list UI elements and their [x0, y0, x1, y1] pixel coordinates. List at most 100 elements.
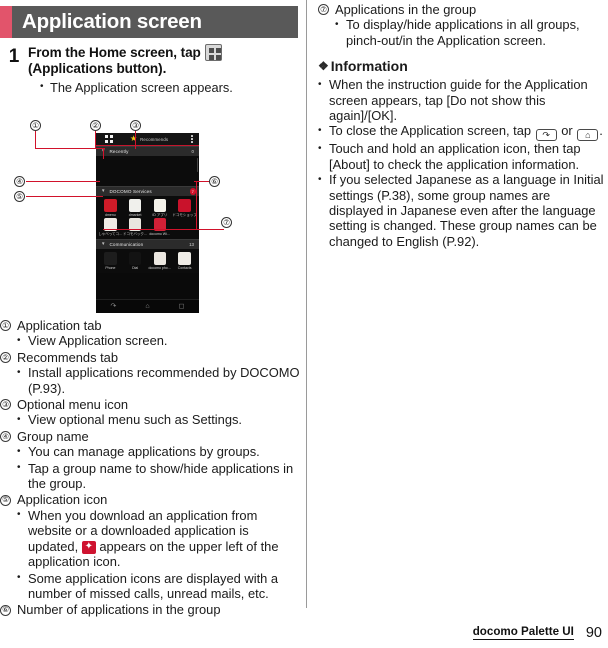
app-icon: [153, 252, 167, 265]
callout-1: ①: [30, 120, 41, 131]
app-label: docomo Wi…: [149, 231, 171, 236]
information-bullet: If you selected Japanese as a language i…: [318, 172, 608, 249]
back-icon[interactable]: ↷: [111, 303, 117, 310]
group-header-recently[interactable]: ▼ Recently 0: [96, 146, 199, 156]
step-number: 1: [8, 46, 20, 67]
information-list: When the instruction guide for the Appli…: [318, 77, 608, 249]
app-item[interactable]: Contacts: [172, 252, 197, 270]
close-bullet-text-after: .: [599, 123, 603, 139]
callout-3: ③: [130, 120, 141, 131]
app-label: docomo pho…: [148, 265, 172, 270]
recommends-tab-label: Recommends: [140, 136, 169, 142]
chevron-down-icon: ▼: [101, 241, 106, 247]
phone-tab-bar: ★ Recommends: [96, 133, 199, 146]
banner-accent-bar: [0, 6, 12, 38]
group-count: 13: [189, 242, 194, 247]
group-name: DOCOMO Services: [109, 189, 152, 194]
callout-5: ⑤: [14, 191, 25, 202]
app-row: dmenu dmarket iD アプリ ドコモショップ: [98, 199, 197, 218]
app-item[interactable]: ドコモバック…: [123, 218, 148, 236]
legend-bullets: Install applications recommended by DOCO…: [17, 365, 300, 396]
group-name: Recently: [109, 149, 129, 154]
legend-marker: ⑥: [0, 604, 11, 616]
legend-bullet: Tap a group name to show/hide applicatio…: [17, 460, 300, 492]
app-item[interactable]: Dial: [123, 252, 148, 270]
legend-title-text: Application tab: [17, 318, 102, 333]
column-divider: [306, 0, 307, 608]
app-label: dmarket: [128, 212, 142, 217]
app-icon: [104, 199, 117, 212]
section-banner: Application screen: [0, 6, 298, 38]
page-footer: docomo Palette UI 90: [0, 625, 608, 640]
legend-marker: ⑤: [0, 494, 11, 506]
app-item[interactable]: dmenu: [98, 199, 123, 217]
app-row: Phone Dial docomo pho… Contacts: [98, 252, 197, 271]
recents-icon[interactable]: ◻: [179, 303, 185, 310]
app-icon: [178, 252, 191, 265]
legend-bullets: View optional menu such as Settings.: [17, 412, 300, 428]
app-label: dmenu: [105, 212, 116, 217]
app-item[interactable]: しゃべってコ…: [98, 218, 123, 236]
legend-bullets: View Application screen.: [17, 333, 300, 349]
legend-item-2: ② Recommends tab Install applications re…: [0, 350, 300, 396]
app-label: Phone: [105, 265, 116, 270]
legend-bullets: To display/hide applications in all grou…: [335, 17, 608, 48]
information-heading: ❖ Information: [318, 58, 608, 74]
close-bullet-text-middle: or: [557, 123, 577, 139]
footer-section-title: docomo Palette UI: [472, 625, 574, 640]
step-heading-text-1: From the Home screen, tap: [28, 45, 205, 60]
leader-line-4: [26, 181, 100, 183]
app-item[interactable]: dmarket: [123, 199, 148, 217]
step-heading-text-2: (Applications button).: [28, 61, 167, 76]
applications-button-icon: [205, 44, 223, 61]
legend-bullet-with-badge: When you download an application from we…: [17, 507, 300, 570]
legend-item-5: ⑤ Application icon When you download an …: [0, 492, 300, 601]
home-key-icon: ⌂: [577, 129, 599, 142]
app-item[interactable]: ドコモショップ: [172, 199, 197, 217]
legend-marker: ⑦: [318, 4, 329, 16]
legend-item-7: ⑦ Applications in the group To display/h…: [318, 2, 608, 48]
legend-title: ③ Optional menu icon: [0, 397, 300, 412]
legend-list: ① Application tab View Application scree…: [0, 318, 300, 618]
leader-line-3: [135, 131, 137, 149]
legend-title-text: Recommends tab: [17, 349, 119, 365]
group-body-communication: Phone Dial docomo pho… Contacts: [96, 249, 199, 273]
legend-title: ② Recommends tab: [0, 350, 300, 365]
home-icon[interactable]: ⌂: [145, 303, 149, 310]
legend-title-text: Applications in the group: [335, 2, 477, 17]
update-badge-icon: [81, 540, 96, 554]
group-header-docomo-services[interactable]: ▼ DOCOMO Services 7: [96, 186, 199, 196]
app-label: Dial: [132, 265, 139, 270]
leader-line-7a: [196, 182, 198, 230]
legend-title: ④ Group name: [0, 429, 300, 444]
app-item[interactable]: Phone: [98, 252, 123, 270]
app-icon: [153, 199, 167, 212]
group-count: 0: [191, 149, 194, 154]
step-1: 1 From the Home screen, tap (Application…: [0, 44, 300, 96]
legend-title-text: Optional menu icon: [17, 397, 129, 413]
app-item[interactable]: docomo pho…: [148, 252, 173, 270]
group-name: Communication: [109, 242, 144, 247]
callout-7: ⑦: [221, 217, 232, 228]
leader-line-1: [35, 131, 37, 149]
recommends-tab[interactable]: ★ Recommends: [122, 135, 185, 143]
app-item-empty: [172, 218, 197, 236]
legend-bullet: Some application icons are displayed wit…: [17, 570, 300, 602]
optional-menu-icon[interactable]: [185, 135, 199, 143]
step-body: From the Home screen, tap (Applications …: [28, 44, 300, 95]
group-body-docomo-services: dmenu dmarket iD アプリ ドコモショップ しゃべってコ… ドコモ…: [96, 196, 199, 239]
phone-screenshot: ★ Recommends ▼ Recently 0 ▼ DOCOMO Servi…: [96, 133, 199, 313]
app-item[interactable]: iD アプリ: [148, 199, 173, 217]
app-icon: [178, 199, 191, 212]
legend-item-1: ① Application tab View Application scree…: [0, 318, 300, 349]
app-item[interactable]: docomo Wi…: [148, 218, 173, 236]
chevron-down-icon: ▼: [101, 188, 106, 194]
legend-title: ① Application tab: [0, 318, 300, 333]
group-header-communication[interactable]: ▼ Communication 13: [96, 239, 199, 249]
legend-bullet: View Application screen.: [17, 333, 300, 349]
legend-bullets: When you download an application from we…: [17, 507, 300, 602]
application-screen-figure: ① ② ③ ④ ⑤ ⑥ ⑦ ★ Recommends Recently 0 ▼ …: [0, 118, 300, 318]
application-tab[interactable]: [96, 135, 122, 143]
legend-item-3: ③ Optional menu icon View optional menu …: [0, 397, 300, 428]
legend-bullets: You can manage applications by groups. T…: [17, 444, 300, 491]
